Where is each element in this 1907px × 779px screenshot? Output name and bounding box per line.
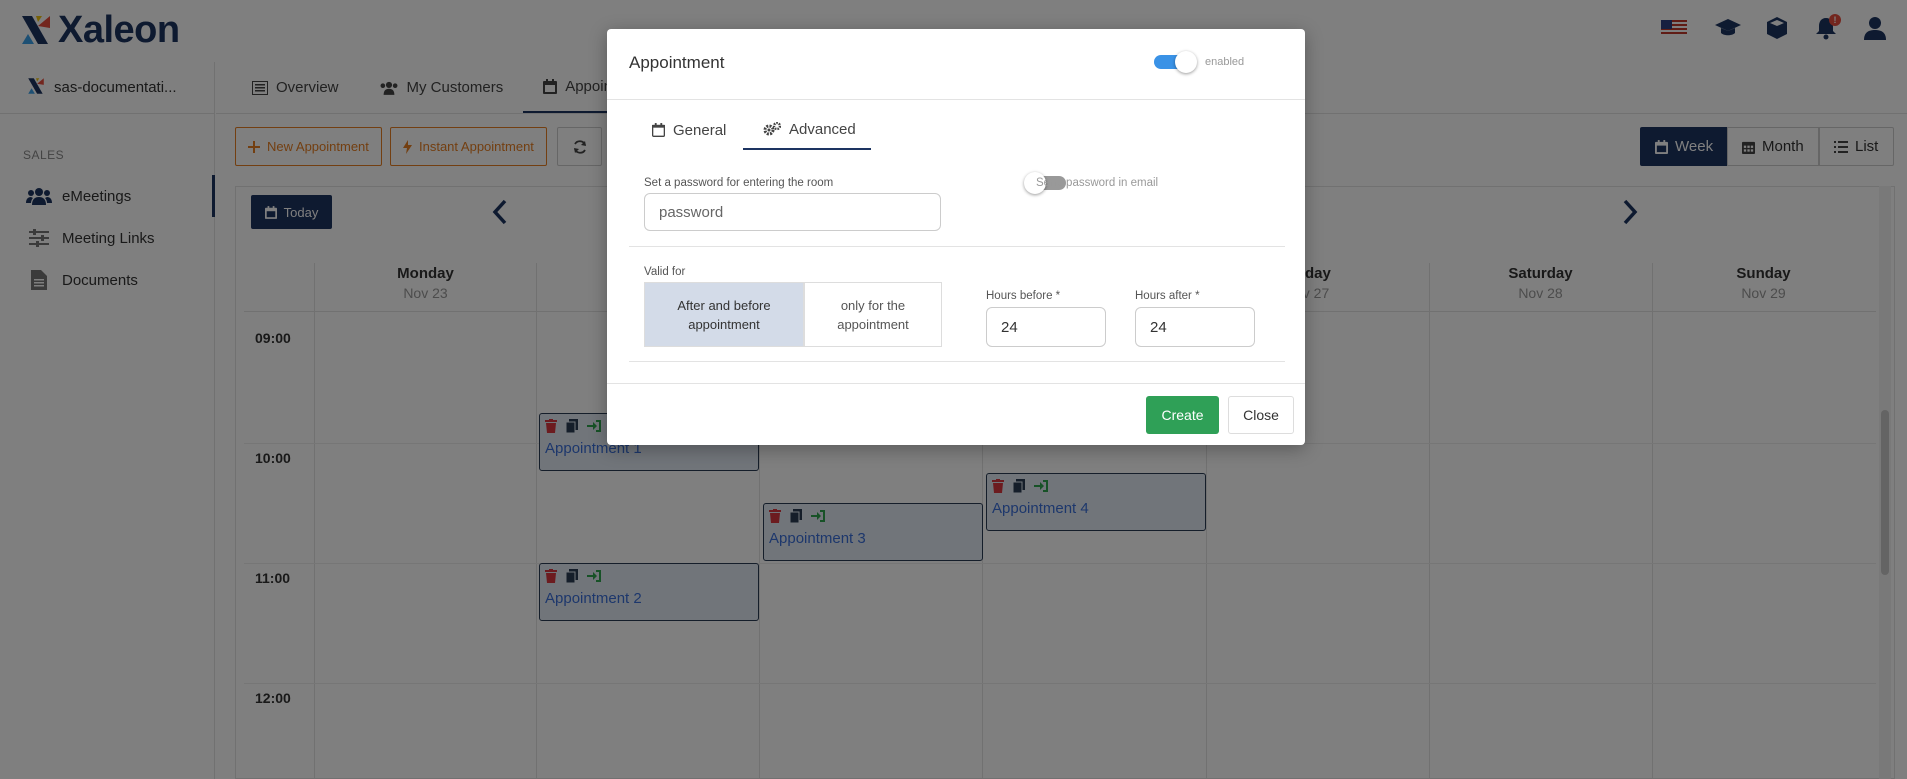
send-password-label: Send password in email — [1036, 177, 1159, 189]
valid-before-after-option[interactable]: After and before appointment — [644, 282, 804, 347]
create-button[interactable]: Create — [1146, 396, 1219, 434]
enabled-toggle[interactable] — [1154, 51, 1197, 73]
option-label: only for the appointment — [837, 297, 909, 332]
password-input[interactable] — [644, 193, 941, 231]
valid-for-label: Valid for — [644, 266, 686, 278]
hours-after-label: Hours after * — [1135, 290, 1200, 302]
calendar-icon — [652, 123, 665, 137]
divider — [607, 99, 1305, 100]
hours-after-input[interactable] — [1135, 307, 1255, 347]
toggle-knob — [1175, 51, 1197, 73]
modal-title: Appointment — [629, 53, 725, 72]
gears-icon — [763, 122, 781, 136]
close-button[interactable]: Close — [1228, 396, 1294, 434]
divider — [629, 246, 1285, 247]
divider — [629, 361, 1285, 362]
hours-before-input[interactable] — [986, 307, 1106, 347]
modal-tab-advanced[interactable]: Advanced — [743, 110, 871, 150]
valid-only-appointment-option[interactable]: only for the appointment — [804, 282, 942, 347]
modal-tab-label: Advanced — [789, 120, 856, 138]
modal-tab-general[interactable]: General — [632, 110, 746, 150]
password-label: Set a password for entering the room — [644, 177, 834, 189]
modal-tab-label: General — [673, 121, 727, 139]
divider — [607, 383, 1305, 384]
hours-before-label: Hours before * — [986, 290, 1061, 302]
enabled-label: enabled — [1205, 56, 1245, 68]
option-label: After and before appointment — [677, 297, 771, 332]
